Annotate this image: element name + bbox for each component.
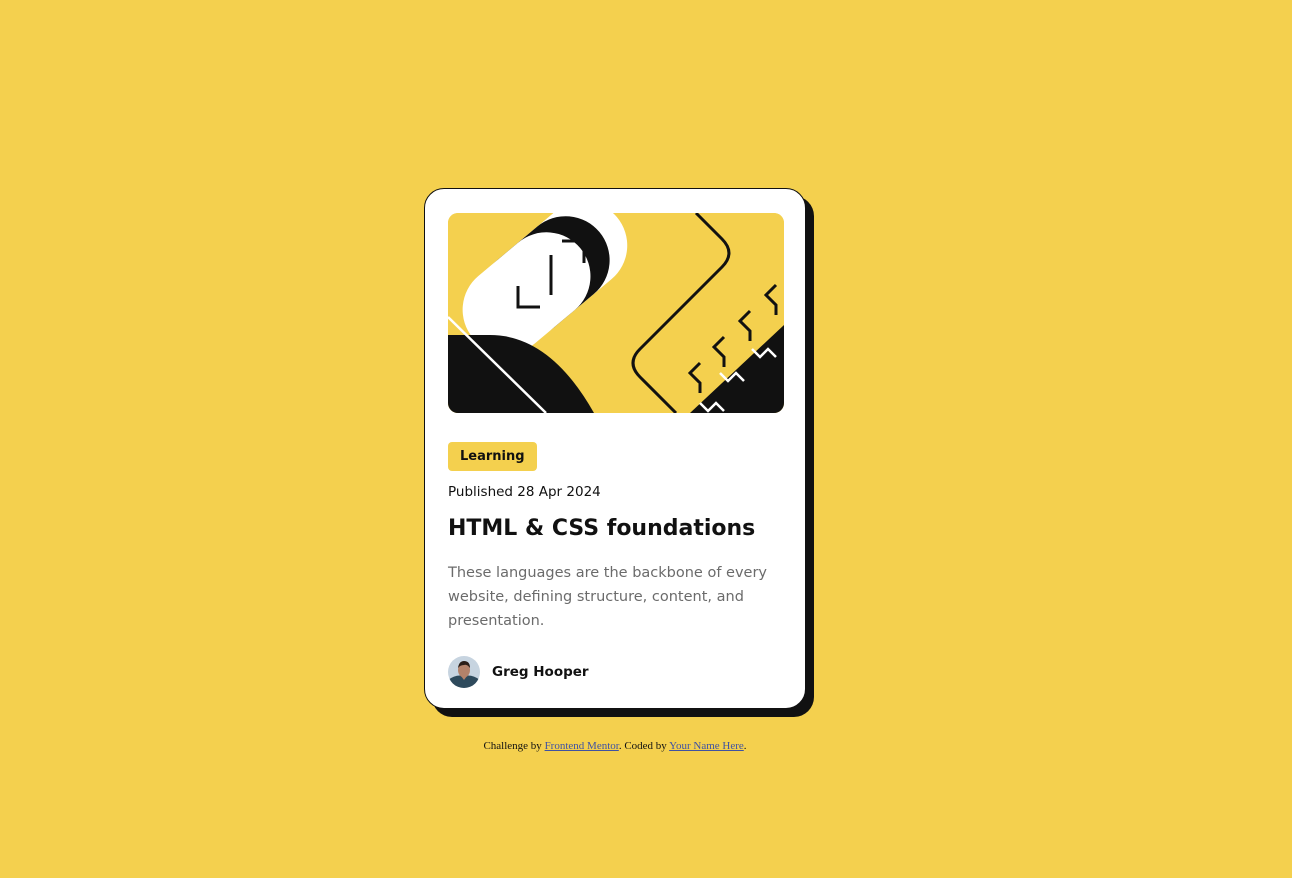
attribution: Challenge by Frontend Mentor. Coded by Y… bbox=[0, 739, 1230, 753]
attribution-middle: . Coded by bbox=[618, 740, 670, 752]
author: Greg Hooper bbox=[448, 656, 589, 688]
frontend-mentor-link[interactable]: Frontend Mentor bbox=[545, 740, 619, 752]
attribution-suffix: . bbox=[743, 740, 747, 752]
avatar bbox=[448, 656, 480, 688]
hero-illustration bbox=[448, 213, 784, 413]
published-date: Published 28 Apr 2024 bbox=[448, 484, 601, 500]
card-description: These languages are the backbone of ever… bbox=[448, 565, 767, 629]
category-tag: Learning bbox=[448, 442, 537, 471]
card-title[interactable]: HTML & CSS foundations bbox=[448, 514, 755, 544]
author-name: Greg Hooper bbox=[492, 664, 589, 680]
blog-preview-card: Learning Published 28 Apr 2024 HTML & CS… bbox=[424, 188, 806, 709]
author-link[interactable]: Your Name Here bbox=[669, 740, 744, 752]
attribution-prefix: Challenge by bbox=[483, 740, 545, 752]
author-avatar-icon bbox=[448, 656, 480, 688]
html-css-illustration-icon bbox=[448, 213, 784, 413]
